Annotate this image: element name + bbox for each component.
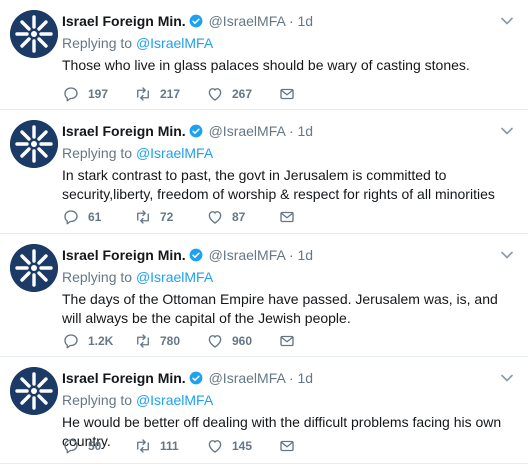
retweet-icon [137, 87, 149, 101]
tweet[interactable]: Israel Foreign Min. @IsraelMFA · 1d Repl… [0, 234, 528, 357]
dm-button[interactable] [278, 85, 304, 103]
reply-button[interactable]: 61 [62, 208, 101, 226]
timestamp[interactable]: 1d [298, 13, 314, 29]
display-name[interactable]: Israel Foreign Min. [62, 370, 186, 386]
israel-mfa-emblem-icon [10, 120, 58, 168]
tweet[interactable]: Israel Foreign Min. @IsraelMFA · 1d Repl… [0, 0, 528, 110]
like-button[interactable]: 960 [206, 332, 252, 350]
separator: · [288, 13, 294, 29]
mention-link[interactable]: @IsraelMFA [136, 145, 213, 161]
heart-icon [208, 335, 222, 348]
replying-prefix: Replying to [62, 145, 133, 161]
dm-button[interactable] [278, 208, 304, 226]
tweet-header: Israel Foreign Min. @IsraelMFA · 1d [62, 122, 313, 140]
display-name[interactable]: Israel Foreign Min. [62, 13, 186, 29]
replying-to: Replying to @IsraelMFA [62, 34, 213, 52]
separator: · [288, 370, 294, 386]
avatar[interactable] [10, 120, 58, 168]
display-name[interactable]: Israel Foreign Min. [62, 247, 186, 263]
envelope-icon [280, 440, 294, 452]
reply-count: 197 [88, 87, 109, 101]
reply-icon [64, 87, 78, 102]
like-count: 87 [232, 210, 246, 224]
retweet-button[interactable]: 72 [134, 208, 173, 226]
like-button[interactable]: 267 [206, 85, 252, 103]
replying-to: Replying to @IsraelMFA [62, 268, 213, 286]
separator: · [288, 247, 294, 263]
israel-mfa-emblem-icon [10, 244, 58, 292]
retweet-icon [137, 439, 149, 453]
verified-badge-icon [189, 124, 203, 138]
retweet-button[interactable]: 780 [134, 332, 180, 350]
tweet-header: Israel Foreign Min. @IsraelMFA · 1d [62, 246, 313, 264]
avatar[interactable] [10, 244, 58, 292]
mention-link[interactable]: @IsraelMFA [136, 392, 213, 408]
replying-to: Replying to @IsraelMFA [62, 391, 213, 409]
heart-icon [208, 88, 222, 101]
replying-prefix: Replying to [62, 269, 133, 285]
tweet-text: The days of the Ottoman Empire have pass… [62, 291, 498, 326]
avatar[interactable] [10, 10, 58, 58]
chevron-down-icon[interactable] [500, 248, 514, 262]
like-count: 960 [232, 334, 253, 348]
israel-mfa-emblem-icon [10, 10, 58, 58]
chevron-down-icon[interactable] [500, 14, 514, 28]
reply-icon [64, 334, 78, 349]
retweet-button[interactable]: 111 [134, 437, 179, 455]
tweet[interactable]: Israel Foreign Min. @IsraelMFA · 1d Repl… [0, 110, 528, 234]
tweet-text: In stark contrast to past, the govt in J… [62, 167, 495, 202]
mention-link[interactable]: @IsraelMFA [136, 269, 213, 285]
timestamp[interactable]: 1d [298, 247, 314, 263]
handle[interactable]: @IsraelMFA [209, 123, 285, 139]
handle[interactable]: @IsraelMFA [209, 370, 285, 386]
envelope-icon [280, 88, 294, 100]
retweet-icon [137, 334, 149, 348]
chevron-down-icon[interactable] [500, 124, 514, 138]
timestamp[interactable]: 1d [298, 370, 314, 386]
reply-count: 50 [88, 439, 102, 453]
envelope-icon [280, 211, 294, 223]
replying-prefix: Replying to [62, 35, 133, 51]
heart-icon [208, 211, 222, 224]
reply-count: 61 [88, 210, 102, 224]
avatar[interactable] [10, 367, 58, 415]
like-button[interactable]: 87 [206, 208, 245, 226]
dm-button[interactable] [278, 332, 304, 350]
mention-link[interactable]: @IsraelMFA [136, 35, 213, 51]
verified-badge-icon [189, 14, 203, 28]
like-count: 145 [232, 439, 253, 453]
retweet-button[interactable]: 217 [134, 85, 180, 103]
replying-prefix: Replying to [62, 392, 133, 408]
dm-button[interactable] [278, 437, 304, 455]
retweet-count: 217 [160, 87, 181, 101]
reply-button[interactable]: 50 [62, 437, 101, 455]
tweet-header: Israel Foreign Min. @IsraelMFA · 1d [62, 369, 313, 387]
israel-mfa-emblem-icon [10, 367, 58, 415]
like-button[interactable]: 145 [206, 437, 252, 455]
envelope-icon [280, 335, 294, 347]
like-count: 267 [232, 87, 253, 101]
timestamp[interactable]: 1d [298, 123, 314, 139]
tweet[interactable]: Israel Foreign Min. @IsraelMFA · 1d Repl… [0, 357, 528, 464]
heart-icon [208, 440, 222, 453]
tweet-header: Israel Foreign Min. @IsraelMFA · 1d [62, 12, 313, 30]
replying-to: Replying to @IsraelMFA [62, 144, 213, 162]
retweet-count: 72 [160, 210, 174, 224]
verified-badge-icon [189, 248, 203, 262]
retweet-icon [137, 210, 149, 224]
handle[interactable]: @IsraelMFA [209, 13, 285, 29]
display-name[interactable]: Israel Foreign Min. [62, 123, 186, 139]
tweet-text: Those who live in glass palaces should b… [62, 57, 470, 73]
handle[interactable]: @IsraelMFA [209, 247, 285, 263]
reply-icon [64, 210, 78, 225]
reply-button[interactable]: 1.2K [62, 332, 113, 350]
reply-button[interactable]: 197 [62, 85, 108, 103]
chevron-down-icon[interactable] [500, 371, 514, 385]
retweet-count: 111 [160, 439, 179, 453]
reply-icon [64, 439, 78, 454]
separator: · [288, 123, 294, 139]
verified-badge-icon [189, 371, 203, 385]
retweet-count: 780 [160, 334, 181, 348]
reply-count: 1.2K [88, 334, 114, 348]
